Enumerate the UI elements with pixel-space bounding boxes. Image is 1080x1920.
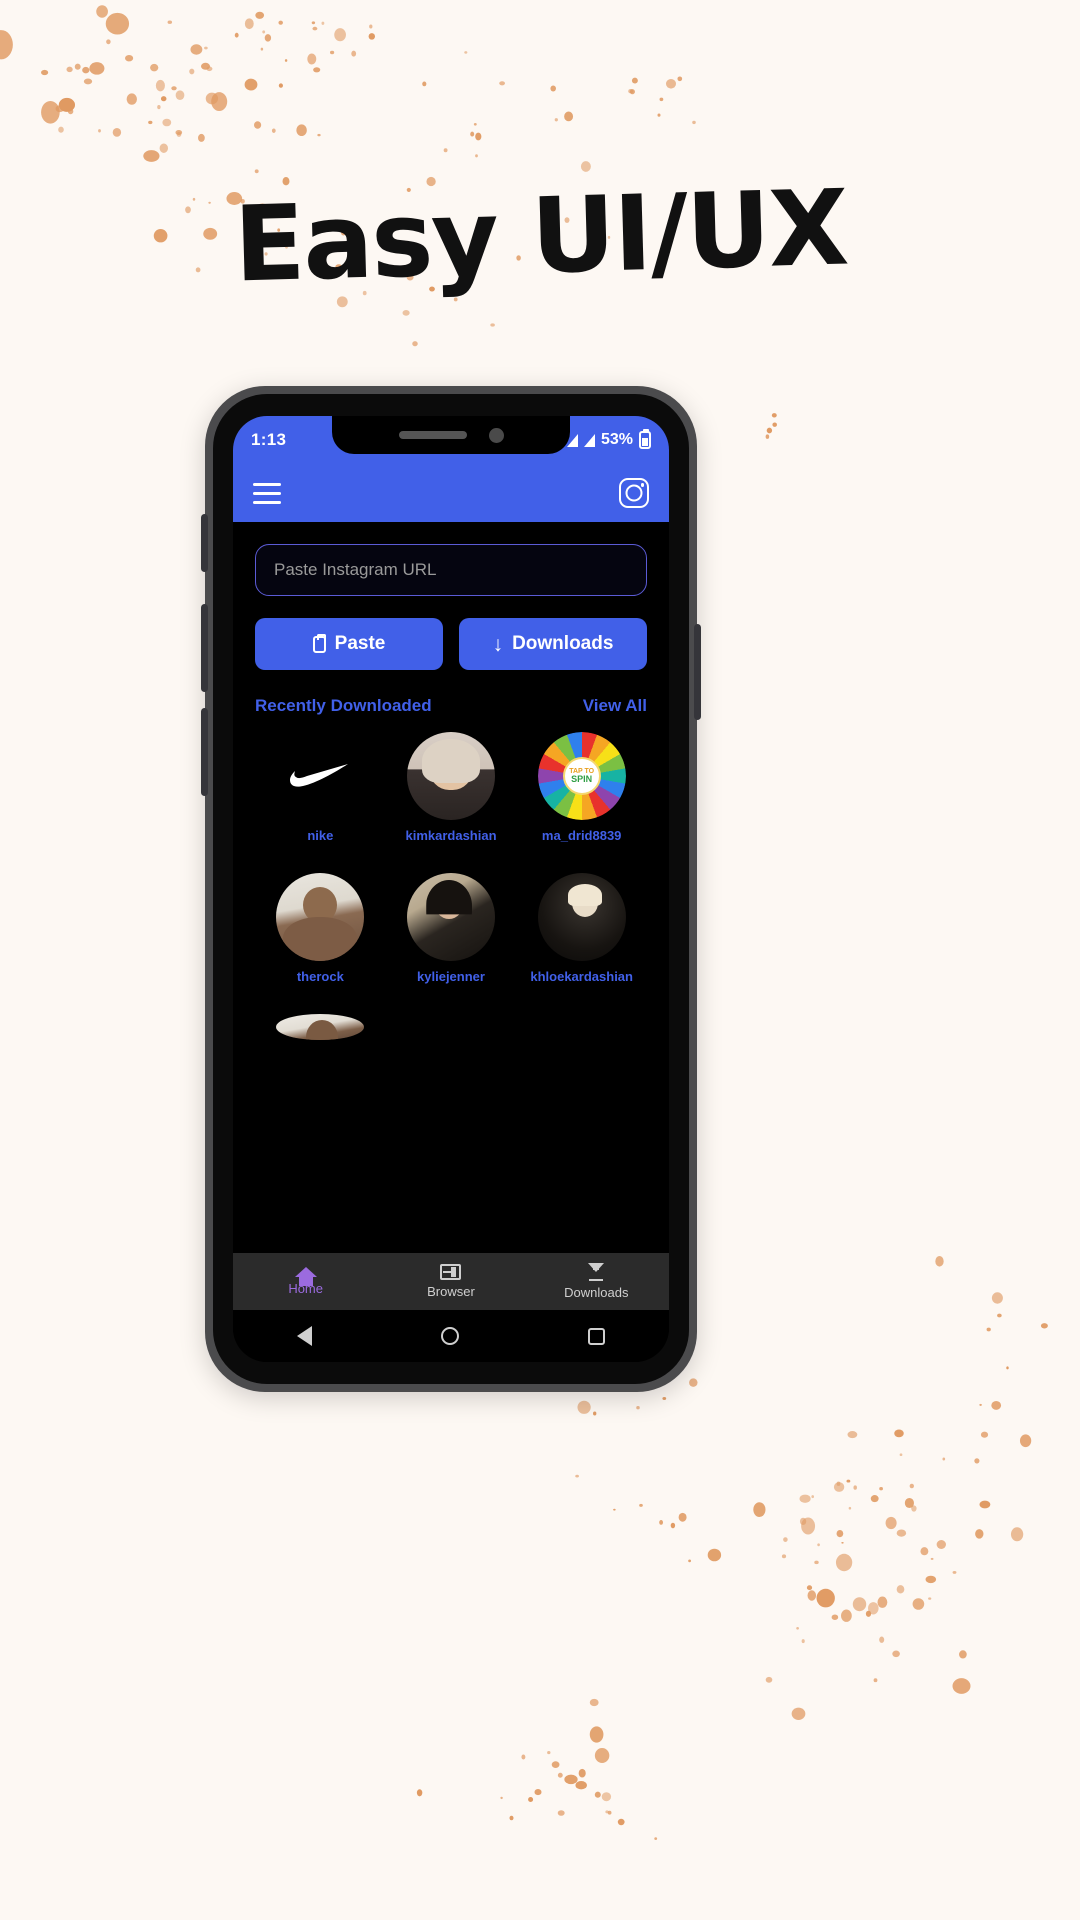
- paste-button[interactable]: Paste: [255, 618, 443, 670]
- spin-wheel-icon: TAP TO SPIN: [537, 732, 626, 820]
- instagram-icon[interactable]: [619, 478, 649, 508]
- avatar: [407, 873, 495, 961]
- list-item-label: kyliejenner: [417, 969, 485, 984]
- avatar: [276, 1014, 365, 1040]
- recent-section-title: Recently Downloaded: [255, 696, 432, 715]
- action-button-row: Paste ↓ Downloads: [255, 618, 647, 670]
- hamburger-menu-icon[interactable]: [253, 482, 281, 504]
- grid-cell-empty: [386, 1014, 517, 1040]
- browser-icon: [440, 1264, 462, 1280]
- app-bar: [233, 464, 669, 522]
- phone-notch: [332, 416, 570, 454]
- list-item-label: ma_drid8839: [541, 828, 622, 843]
- list-item[interactable]: khloekardashian: [516, 873, 647, 984]
- recent-section-header: Recently Downloaded View All: [255, 696, 647, 716]
- android-system-nav: [233, 1310, 669, 1362]
- paste-button-label: Paste: [334, 633, 386, 654]
- nav-item-downloads[interactable]: Downloads: [524, 1253, 669, 1310]
- grid-row: therock kyliejenner khloekardashian: [255, 873, 647, 984]
- spin-wheel-hub-line2: SPIN: [571, 774, 593, 784]
- download-arrow-icon: ↓: [492, 632, 504, 656]
- grid-row-spacer: [255, 843, 647, 873]
- list-item[interactable]: [255, 1014, 386, 1040]
- list-item[interactable]: TAP TO SPIN ma_drid8839: [516, 732, 647, 843]
- list-item[interactable]: kimkardashian: [386, 732, 517, 843]
- phone-bezel: 1:13 53% Paste Instagram URL Paste ↓ Dow…: [213, 394, 689, 1384]
- download-icon: [586, 1263, 606, 1281]
- battery-percent-label: 53%: [600, 431, 633, 448]
- nav-item-label: Downloads: [564, 1285, 629, 1300]
- grid-row-spacer: [255, 984, 647, 1014]
- recents-square-icon[interactable]: [587, 1327, 605, 1345]
- list-item-label: khloekardashian: [530, 969, 633, 984]
- avatar: [407, 732, 495, 820]
- recent-downloads-grid: nike kimkardashian TAP TO SPIN ma_drid88…: [255, 732, 647, 1040]
- signal-triangle-icon: [583, 433, 595, 447]
- phone-power-button[interactable]: [694, 624, 701, 720]
- headline-container: Easy UI/UX: [0, 166, 1080, 305]
- phone-volume-up-button[interactable]: [201, 604, 208, 692]
- earpiece-speaker: [398, 431, 467, 439]
- grid-cell-empty: [516, 1014, 647, 1040]
- avatar: TAP TO SPIN: [537, 732, 626, 820]
- nav-item-home[interactable]: Home: [233, 1253, 378, 1310]
- avatar: [537, 873, 626, 961]
- phone-volume-down-button[interactable]: [201, 708, 208, 796]
- downloads-button-label: Downloads: [512, 633, 614, 654]
- clipboard-icon: [312, 633, 326, 653]
- grid-row: nike kimkardashian TAP TO SPIN ma_drid88…: [255, 732, 647, 843]
- bottom-navigation: Home Browser Downloads: [233, 1252, 669, 1310]
- home-icon: [294, 1267, 317, 1286]
- downloads-button[interactable]: ↓ Downloads: [459, 618, 647, 670]
- status-bar: 1:13 53%: [233, 416, 669, 464]
- battery-icon: [639, 429, 651, 449]
- list-item-label: kimkardashian: [405, 828, 497, 843]
- phone-screen: 1:13 53% Paste Instagram URL Paste ↓ Dow…: [233, 416, 669, 1362]
- nav-item-label: Browser: [427, 1284, 475, 1299]
- app-content: Paste ↓ Downloads Recently Downloaded Vi…: [233, 522, 669, 1252]
- list-item-label: nike: [307, 828, 334, 843]
- grid-row-partial: [255, 1014, 647, 1040]
- phone-mute-switch[interactable]: [201, 514, 208, 572]
- phone-mockup: 1:13 53% Paste Instagram URL Paste ↓ Dow…: [201, 386, 701, 1392]
- front-camera-icon: [488, 427, 504, 443]
- back-triangle-icon[interactable]: [297, 1326, 313, 1346]
- home-circle-icon[interactable]: [440, 1327, 459, 1345]
- list-item[interactable]: therock: [255, 873, 386, 984]
- status-indicators: 53%: [566, 429, 651, 449]
- nike-swoosh-icon: [290, 763, 350, 789]
- list-item[interactable]: nike: [255, 732, 386, 843]
- spin-wheel-hub: TAP TO SPIN: [562, 757, 601, 795]
- page-title: Easy UI/UX: [231, 166, 849, 306]
- url-input[interactable]: [255, 544, 647, 596]
- nav-item-browser[interactable]: Browser: [378, 1253, 523, 1310]
- avatar: [276, 873, 365, 961]
- view-all-link[interactable]: View All: [583, 696, 647, 716]
- list-item-label: therock: [296, 969, 344, 984]
- avatar: [276, 732, 365, 820]
- list-item[interactable]: kyliejenner: [386, 873, 517, 984]
- status-time: 1:13: [251, 430, 287, 449]
